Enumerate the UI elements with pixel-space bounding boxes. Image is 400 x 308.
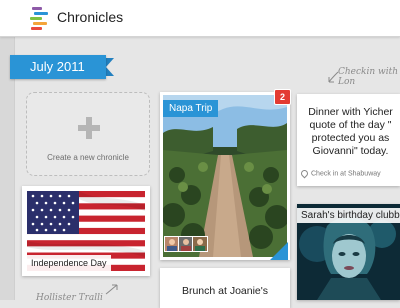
annotation-arrow-icon — [105, 284, 118, 295]
month-ribbon: July 2011 — [10, 55, 106, 79]
bottom-annotation: Hollister Tralli — [36, 293, 103, 303]
chronicle-card-dinner[interactable]: Dinner with Yicher quote of the day " pr… — [297, 94, 400, 186]
user-avatar-icon — [179, 237, 193, 251]
chronicle-title: Independence Day — [27, 255, 111, 271]
quote-line: protected you as — [311, 132, 390, 144]
chronicle-card-napa-trip[interactable]: Napa Trip — [160, 92, 290, 260]
app-title: Chronicles — [57, 9, 124, 25]
chronicle-title: Brunch at Joanie's — [181, 285, 269, 297]
quote-line: Dinner with Yicher — [308, 106, 393, 118]
avatar[interactable] — [192, 236, 208, 252]
checkin-location: Check in at Shabuway — [299, 168, 381, 179]
chronicle-title: Napa Trip — [163, 100, 219, 117]
checkin-text: Check in at Shabuway — [311, 170, 381, 178]
vineyard-photo — [163, 95, 287, 257]
notification-badge: 2 — [274, 89, 291, 105]
user-avatar-icon — [165, 237, 179, 251]
checkin-annotation: Checkin with Lon — [338, 67, 399, 87]
create-chronicle-label: Create a new chronicle — [47, 153, 129, 162]
location-pin-icon — [299, 168, 310, 179]
chronicle-quote: Dinner with Yicher quote of the day " pr… — [301, 106, 400, 158]
chronicles-logo-icon[interactable] — [30, 6, 50, 30]
ribbon-tail — [106, 58, 114, 76]
create-chronicle-button[interactable]: Create a new chronicle — [26, 92, 150, 176]
card-corner-fold[interactable] — [270, 242, 288, 260]
user-avatar-icon — [193, 237, 207, 251]
top-bar: Chronicles — [0, 0, 400, 37]
quote-line: Giovanni" today. — [312, 145, 389, 157]
plus-icon — [78, 117, 100, 139]
chronicle-title: Sarah's birthday clubbin — [297, 208, 400, 223]
quote-line: quote of the day " — [309, 119, 392, 131]
chronicle-card-sarah-birthday[interactable]: Sarah's birthday clubbin — [297, 204, 400, 300]
chronicle-card-independence-day[interactable]: Independence Day — [22, 186, 150, 276]
annotation-arrow-icon — [328, 71, 339, 83]
chronicle-card-brunch[interactable]: Brunch at Joanie's — [160, 268, 290, 308]
